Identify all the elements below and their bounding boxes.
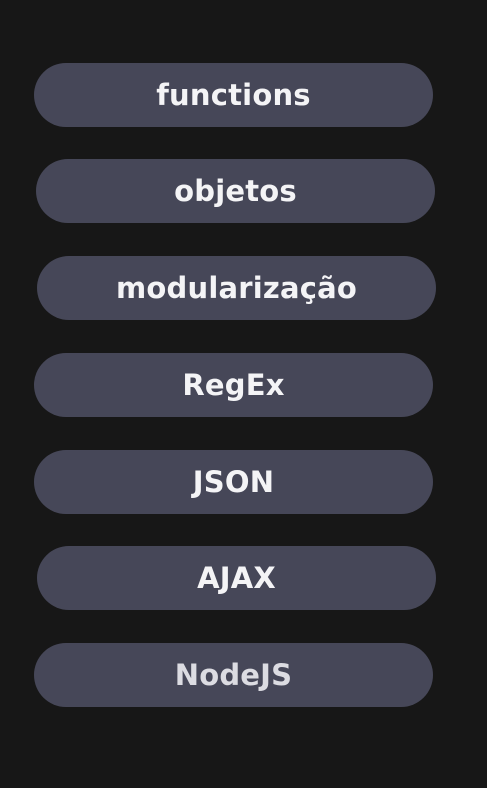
button-label: AJAX xyxy=(197,561,276,595)
button-label: modularização xyxy=(115,271,358,305)
modularizacao-button[interactable]: modularização xyxy=(37,256,436,320)
button-label: NodeJS xyxy=(174,658,293,692)
nodejs-button[interactable]: NodeJS xyxy=(34,643,433,707)
functions-button[interactable]: functions xyxy=(34,63,433,127)
json-button[interactable]: JSON xyxy=(34,450,433,514)
button-label: objetos xyxy=(174,174,297,208)
ajax-button[interactable]: AJAX xyxy=(37,546,436,610)
button-label: functions xyxy=(156,78,311,112)
regex-button[interactable]: RegEx xyxy=(34,353,433,417)
button-label: RegEx xyxy=(182,368,285,402)
objetos-button[interactable]: objetos xyxy=(36,159,435,223)
button-label: JSON xyxy=(192,465,275,499)
